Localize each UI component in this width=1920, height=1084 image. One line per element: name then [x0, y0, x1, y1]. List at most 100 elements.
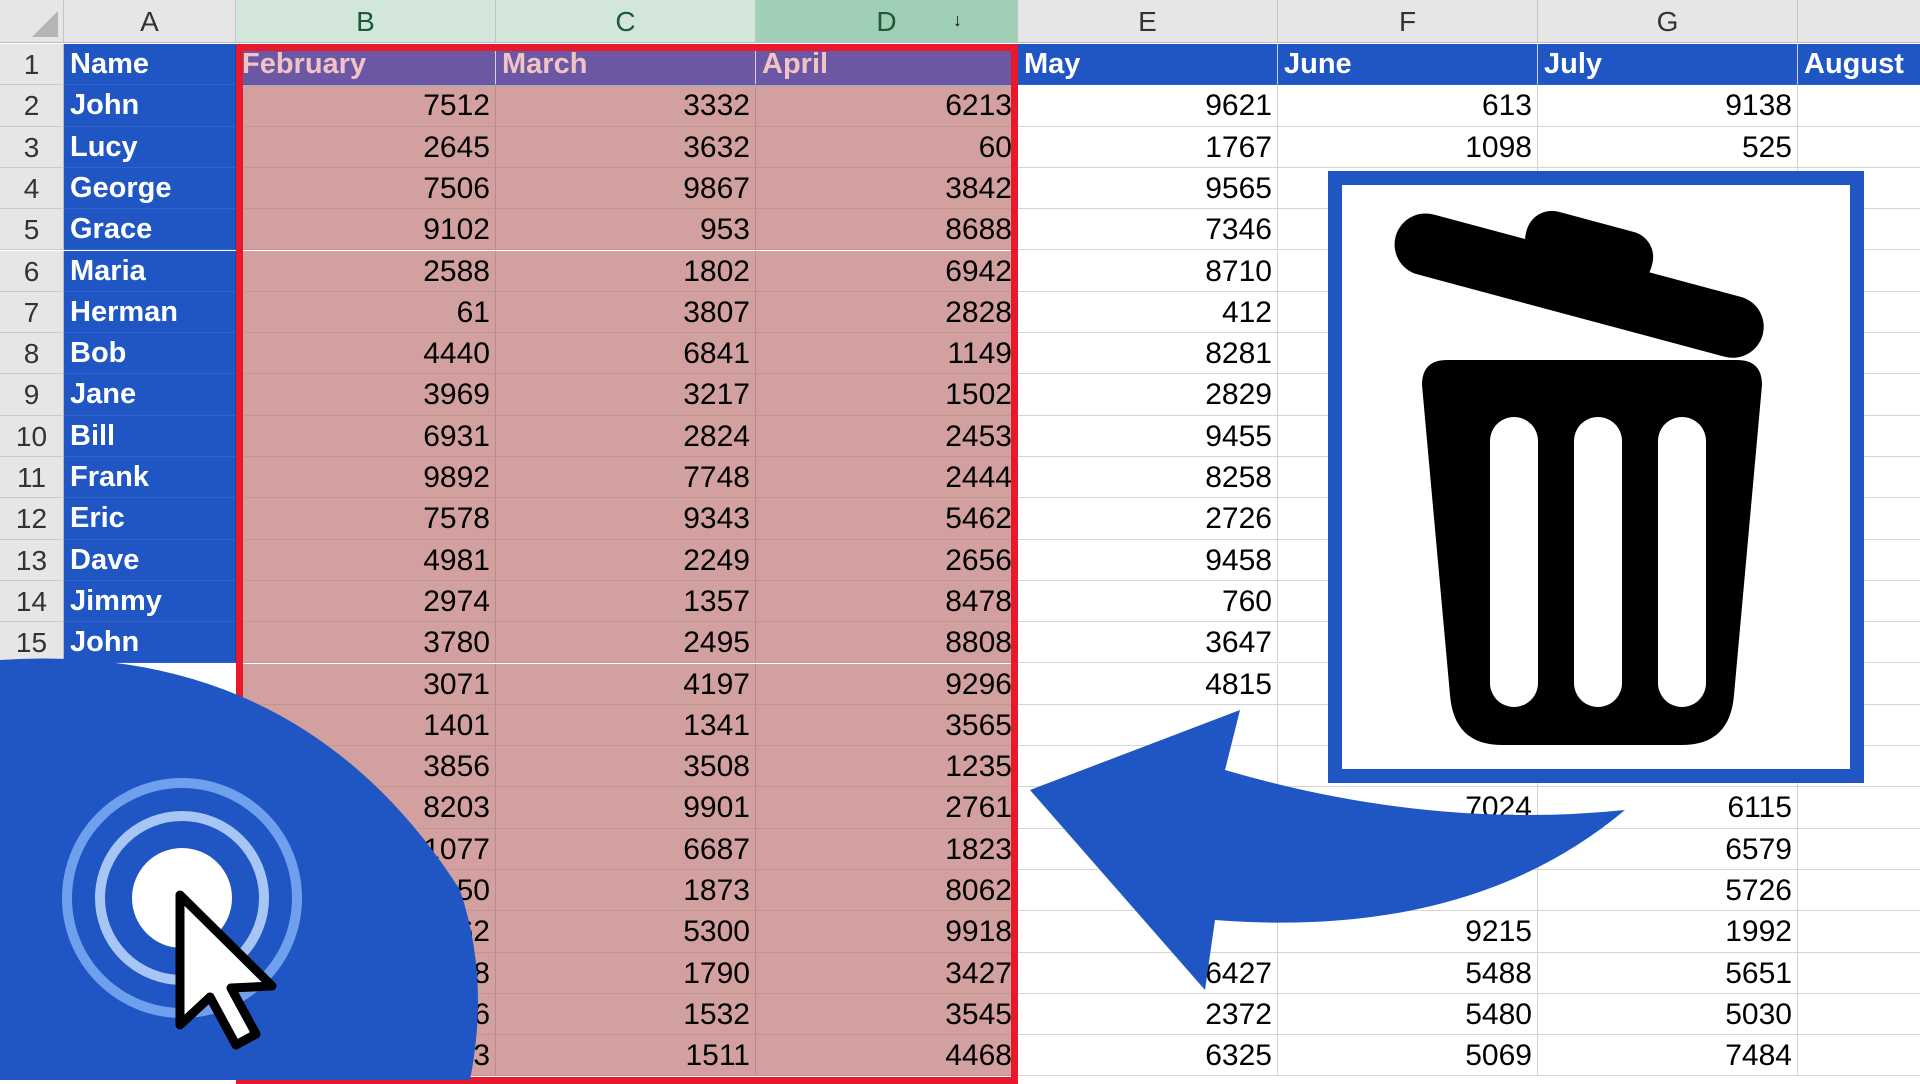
- row-header[interactable]: 7: [0, 291, 64, 334]
- row-header[interactable]: 1: [0, 44, 64, 86]
- data-cell[interactable]: 7512: [236, 85, 496, 127]
- data-cell[interactable]: 1802: [496, 250, 756, 292]
- data-cell[interactable]: [1798, 993, 1920, 1036]
- header-cell[interactable]: August: [1798, 44, 1920, 86]
- data-cell[interactable]: 2656: [756, 539, 1018, 581]
- data-cell[interactable]: 2372: [1018, 993, 1278, 1036]
- data-cell[interactable]: 4468: [756, 1035, 1018, 1077]
- name-cell[interactable]: Eric: [64, 498, 236, 540]
- data-cell[interactable]: 1511: [496, 1035, 756, 1077]
- data-cell[interactable]: 9102: [236, 209, 496, 251]
- data-cell[interactable]: 9621: [1018, 85, 1278, 127]
- column-header[interactable]: C: [496, 0, 756, 43]
- data-cell[interactable]: 3332: [496, 85, 756, 127]
- header-cell[interactable]: May: [1018, 44, 1278, 86]
- data-cell[interactable]: 2828: [756, 291, 1018, 334]
- data-cell[interactable]: 2249: [496, 539, 756, 581]
- data-cell[interactable]: 1873: [496, 870, 756, 912]
- column-header[interactable]: [1798, 0, 1920, 43]
- data-cell[interactable]: 7346: [1018, 209, 1278, 251]
- data-cell[interactable]: 5462: [756, 498, 1018, 540]
- data-cell[interactable]: 9296: [756, 663, 1018, 705]
- data-cell[interactable]: 4981: [236, 539, 496, 581]
- row-header[interactable]: 9: [0, 374, 64, 416]
- data-cell[interactable]: 1098: [1278, 126, 1538, 168]
- data-cell[interactable]: 2824: [496, 415, 756, 457]
- header-cell[interactable]: April: [756, 44, 1018, 86]
- data-cell[interactable]: 2829: [1018, 374, 1278, 416]
- data-cell[interactable]: 3427: [756, 952, 1018, 994]
- data-cell[interactable]: 3565: [756, 704, 1018, 747]
- name-cell[interactable]: John: [64, 85, 236, 127]
- row-header[interactable]: 10: [0, 415, 64, 457]
- data-cell[interactable]: [1798, 952, 1920, 994]
- data-cell[interactable]: 2588: [236, 250, 496, 292]
- data-cell[interactable]: 412: [1018, 291, 1278, 334]
- row-header[interactable]: 3: [0, 126, 64, 168]
- data-cell[interactable]: 6213: [756, 85, 1018, 127]
- data-cell[interactable]: 8258: [1018, 457, 1278, 499]
- data-cell[interactable]: 7484: [1538, 1035, 1798, 1077]
- data-cell[interactable]: 613: [1278, 85, 1538, 127]
- data-cell[interactable]: 5480: [1278, 993, 1538, 1036]
- data-cell[interactable]: 8688: [756, 209, 1018, 251]
- name-cell[interactable]: Lucy: [64, 126, 236, 168]
- data-cell[interactable]: 3842: [756, 167, 1018, 210]
- column-header[interactable]: E: [1018, 0, 1278, 43]
- data-cell[interactable]: 3647: [1018, 622, 1278, 664]
- data-cell[interactable]: 1532: [496, 993, 756, 1036]
- data-cell[interactable]: 5069: [1278, 1035, 1538, 1077]
- name-cell[interactable]: Frank: [64, 457, 236, 499]
- data-cell[interactable]: 2645: [236, 126, 496, 168]
- data-cell[interactable]: 4440: [236, 333, 496, 375]
- column-header[interactable]: F: [1278, 0, 1538, 43]
- data-cell[interactable]: 1149: [756, 333, 1018, 375]
- column-header[interactable]: D: [756, 0, 1018, 43]
- row-header[interactable]: 2: [0, 85, 64, 127]
- data-cell[interactable]: 9458: [1018, 539, 1278, 581]
- data-cell[interactable]: 3508: [496, 746, 756, 788]
- data-cell[interactable]: 3807: [496, 291, 756, 334]
- data-cell[interactable]: 8478: [756, 580, 1018, 623]
- data-cell[interactable]: 2444: [756, 457, 1018, 499]
- data-cell[interactable]: 2761: [756, 787, 1018, 829]
- data-cell[interactable]: 6325: [1018, 1035, 1278, 1077]
- data-cell[interactable]: 7748: [496, 457, 756, 499]
- data-cell[interactable]: 1235: [756, 746, 1018, 788]
- select-all-corner[interactable]: [0, 0, 64, 43]
- data-cell[interactable]: 1341: [496, 704, 756, 747]
- name-cell[interactable]: Bob: [64, 333, 236, 375]
- data-cell[interactable]: 9565: [1018, 167, 1278, 210]
- data-cell[interactable]: 1767: [1018, 126, 1278, 168]
- data-cell[interactable]: 6942: [756, 250, 1018, 292]
- row-header[interactable]: 8: [0, 333, 64, 375]
- data-cell[interactable]: 7578: [236, 498, 496, 540]
- name-cell[interactable]: Bill: [64, 415, 236, 457]
- data-cell[interactable]: 9918: [756, 911, 1018, 953]
- data-cell[interactable]: [1798, 787, 1920, 829]
- data-cell[interactable]: 9867: [496, 167, 756, 210]
- data-cell[interactable]: 60: [756, 126, 1018, 168]
- name-cell[interactable]: Herman: [64, 291, 236, 334]
- column-header[interactable]: G: [1538, 0, 1798, 43]
- data-cell[interactable]: 2726: [1018, 498, 1278, 540]
- data-cell[interactable]: 3969: [236, 374, 496, 416]
- data-cell[interactable]: 8808: [756, 622, 1018, 664]
- name-cell[interactable]: Dave: [64, 539, 236, 581]
- data-cell[interactable]: 8062: [756, 870, 1018, 912]
- data-cell[interactable]: 9901: [496, 787, 756, 829]
- name-cell[interactable]: Grace: [64, 209, 236, 251]
- row-header[interactable]: 6: [0, 250, 64, 292]
- data-cell[interactable]: [1798, 85, 1920, 127]
- data-cell[interactable]: 8710: [1018, 250, 1278, 292]
- data-cell[interactable]: 1502: [756, 374, 1018, 416]
- data-cell[interactable]: 2453: [756, 415, 1018, 457]
- header-cell[interactable]: February: [236, 44, 496, 86]
- data-cell[interactable]: 6841: [496, 333, 756, 375]
- row-header[interactable]: 13: [0, 539, 64, 581]
- header-cell[interactable]: July: [1538, 44, 1798, 86]
- data-cell[interactable]: 2495: [496, 622, 756, 664]
- data-cell[interactable]: 953: [496, 209, 756, 251]
- data-cell[interactable]: 9138: [1538, 85, 1798, 127]
- data-cell[interactable]: 4197: [496, 663, 756, 705]
